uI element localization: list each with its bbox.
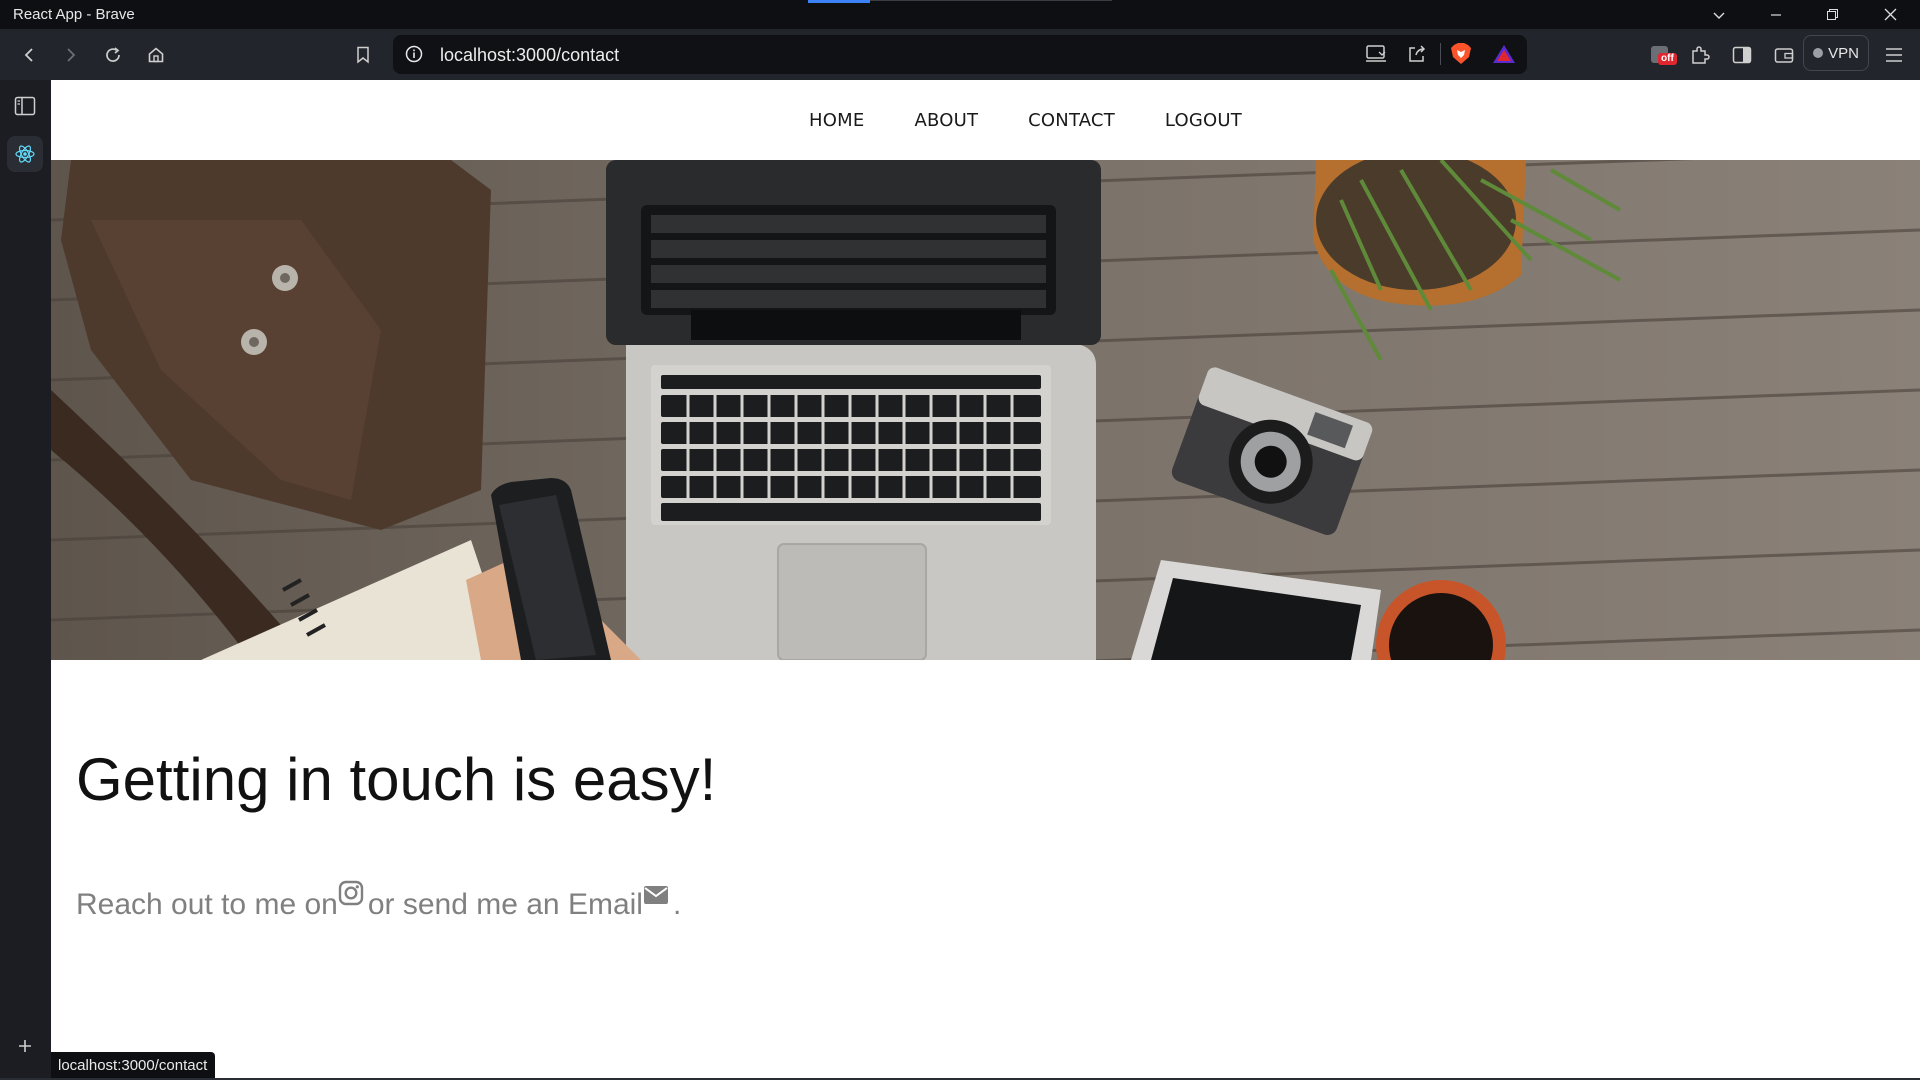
tab-strip-line <box>870 0 1112 1</box>
wallet-icon[interactable] <box>1768 39 1800 71</box>
page-viewport: HOME ABOUT CONTACT LOGOUT Getting in tou… <box>51 80 1920 1078</box>
nav-link-contact[interactable]: CONTACT <box>1028 110 1115 131</box>
vpn-status-dot <box>1813 48 1824 58</box>
hero-image <box>51 160 1920 660</box>
reach-suffix-text: . <box>672 888 682 921</box>
home-icon[interactable] <box>140 39 172 71</box>
site-info-icon[interactable] <box>405 45 423 68</box>
forward-icon[interactable] <box>55 39 87 71</box>
vpn-button[interactable]: VPN <box>1803 35 1869 71</box>
contact-line: Reach out to me on or send me an Email . <box>76 880 681 922</box>
url-divider <box>1440 43 1441 65</box>
reach-middle-text: or send me an Email <box>367 888 643 921</box>
nav-link-logout[interactable]: LOGOUT <box>1165 110 1242 131</box>
tab-search-chevron-icon[interactable] <box>1697 0 1741 29</box>
site-nav: HOME ABOUT CONTACT LOGOUT <box>51 80 1920 160</box>
react-devtools-icon[interactable] <box>7 136 43 172</box>
email-icon[interactable] <box>643 880 673 910</box>
browser-toolbar: localhost:3000/contact off VPN <box>0 29 1920 80</box>
reload-icon[interactable] <box>97 39 129 71</box>
brave-rewards-icon[interactable] <box>1492 44 1516 69</box>
extension-badge: off <box>1658 53 1677 65</box>
instagram-icon[interactable] <box>338 880 368 910</box>
page-heading: Getting in touch is easy! <box>76 746 717 813</box>
restore-icon[interactable] <box>1810 0 1854 29</box>
window-title: React App - Brave <box>13 6 135 23</box>
bookmark-icon[interactable] <box>347 39 379 71</box>
minimize-icon[interactable] <box>1754 0 1798 29</box>
menu-hamburger-icon[interactable] <box>1878 39 1910 71</box>
install-app-icon[interactable] <box>1365 44 1387 69</box>
status-bar-link: localhost:3000/contact <box>51 1052 216 1079</box>
nav-link-home[interactable]: HOME <box>809 110 864 131</box>
back-icon[interactable] <box>13 39 45 71</box>
close-icon[interactable] <box>1868 0 1912 29</box>
share-icon[interactable] <box>1407 44 1427 69</box>
url-text[interactable]: localhost:3000/contact <box>440 45 619 66</box>
browser-sidebar <box>0 80 51 1080</box>
extensions-puzzle-icon[interactable] <box>1684 39 1716 71</box>
address-bar[interactable]: localhost:3000/contact <box>393 35 1527 74</box>
sidebar-panel-icon[interactable] <box>7 88 43 124</box>
extension-adblock-icon[interactable]: off <box>1644 39 1677 71</box>
brave-shields-icon[interactable] <box>1450 42 1472 71</box>
nav-link-about[interactable]: ABOUT <box>914 110 978 131</box>
active-tab-indicator <box>808 0 870 3</box>
sidebar-toggle-icon[interactable] <box>1726 39 1758 71</box>
sidebar-add-icon[interactable] <box>7 1028 43 1064</box>
reach-prefix-text: Reach out to me on <box>76 888 338 921</box>
vpn-label: VPN <box>1828 44 1859 62</box>
window-titlebar: React App - Brave <box>0 0 1920 29</box>
